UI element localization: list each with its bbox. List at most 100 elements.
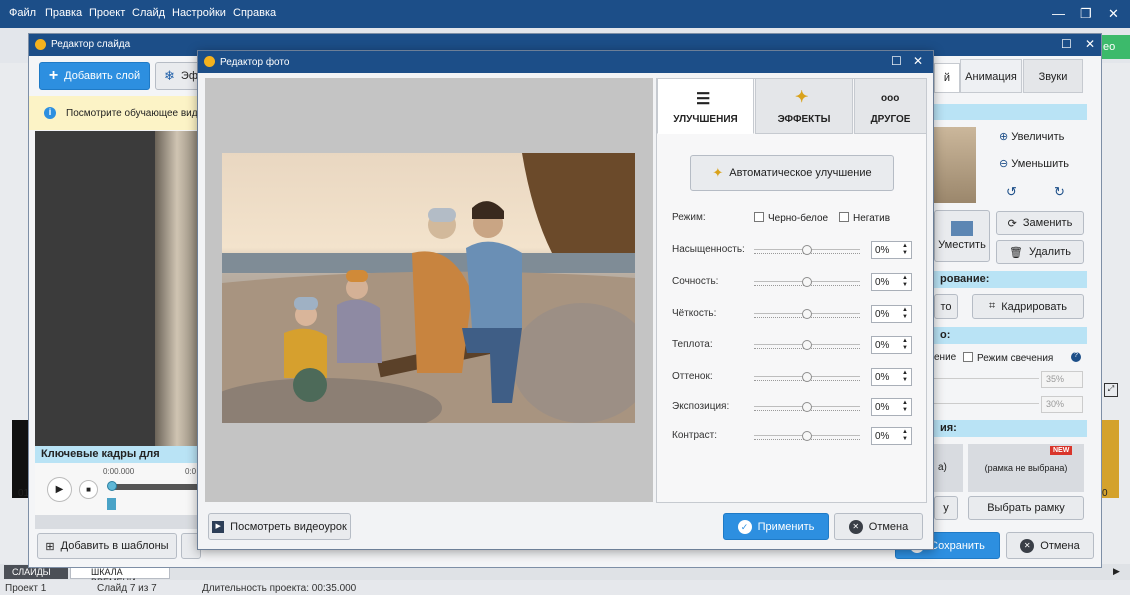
tab-improvements[interactable]: ☰ УЛУЧШЕНИЯ [657, 78, 754, 134]
slider-knob[interactable] [802, 431, 812, 441]
delete-button[interactable]: 🗑 Удалить [996, 240, 1084, 264]
slider-track-2[interactable] [934, 403, 1039, 404]
spin-arrows-icon[interactable]: ▲ ▼ [902, 338, 908, 352]
keyframe-handle[interactable] [107, 481, 117, 491]
pct-field-1[interactable]: 35% [1041, 371, 1083, 388]
adjust-slider[interactable] [754, 372, 860, 382]
add-to-templates-label: Добавить в шаблоны [60, 540, 169, 552]
zoom-in-button[interactable]: ⊕ Увеличить [999, 130, 1064, 143]
watch-video-button[interactable]: ▶ Посмотреть видеоурок [208, 513, 351, 540]
slider-knob[interactable] [802, 372, 812, 382]
slider-knob[interactable] [802, 245, 812, 255]
spin-arrows-icon[interactable]: ▲ ▼ [902, 400, 908, 414]
zoom-out-button[interactable]: ⊖ Уменьшить [999, 157, 1069, 170]
choose-frame-button[interactable]: Выбрать рамку [968, 496, 1084, 520]
slider-knob[interactable] [802, 340, 812, 350]
maximize-icon[interactable]: ☐ [1061, 37, 1072, 51]
scroll-right-icon[interactable]: ▶ [1113, 566, 1120, 577]
auto-improve-button[interactable]: ✦ Автоматическое улучшение [690, 155, 894, 191]
info-text: Посмотрите обучающее вид [66, 108, 198, 119]
keyframe-marker[interactable] [107, 498, 116, 510]
menu-help[interactable]: Справка [233, 7, 276, 19]
play-button[interactable]: ▶ [47, 477, 72, 502]
pct-field-2[interactable]: 30% [1041, 396, 1083, 413]
adjust-slider[interactable] [754, 402, 860, 412]
tab-other-label: ДРУГОЕ [870, 114, 911, 125]
choose-frame-label: Выбрать рамку [987, 502, 1065, 514]
glow-checkbox-box [963, 352, 973, 362]
photo-cancel-button[interactable]: ✕ Отмена [834, 513, 923, 540]
magic-wand-icon: ✦ [795, 89, 809, 106]
help-icon[interactable]: ? [1071, 352, 1081, 362]
glow-mode-checkbox[interactable]: Режим свечения [963, 352, 1053, 364]
frame-left-tile[interactable]: а) [934, 444, 963, 492]
adjust-slider[interactable] [754, 309, 860, 319]
keyframe-time-start: 0:00.000 [103, 467, 135, 476]
slide-preview[interactable] [35, 131, 199, 446]
adjust-value-field[interactable]: 0% ▲ ▼ [871, 427, 912, 445]
adjust-value-field[interactable]: 0% ▲ ▼ [871, 305, 912, 323]
preview-photo-strip [155, 131, 199, 446]
negative-checkbox-box [839, 212, 849, 222]
layer-thumbnail[interactable] [934, 127, 976, 203]
crop-left-button[interactable]: то [934, 294, 958, 319]
slider-track-1[interactable] [934, 378, 1039, 379]
tab-animation[interactable]: Анимация [960, 59, 1022, 93]
crop-button[interactable]: ⌗ Кадрировать [972, 294, 1084, 319]
add-to-templates-button[interactable]: ⊞ Добавить в шаблоны [37, 533, 177, 559]
adjust-value-field[interactable]: 0% ▲ ▼ [871, 273, 912, 291]
menu-slide[interactable]: Слайд [132, 7, 165, 19]
adjust-value-field[interactable]: 0% ▲ ▼ [871, 398, 912, 416]
negative-checkbox[interactable]: Негатив [839, 212, 890, 224]
menu-project[interactable]: Проект [89, 7, 125, 19]
photo-editor-dialog: Редактор фото ☐ ✕ ☰ УЛУЧШЕНИЯ ✦ ЭФФЕКТЫ … [197, 50, 934, 550]
slider-knob[interactable] [802, 402, 812, 412]
close-icon[interactable]: ✕ [1085, 37, 1095, 51]
replace-button[interactable]: ⟳ Заменить [996, 211, 1084, 235]
adjust-value-field[interactable]: 0% ▲ ▼ [871, 241, 912, 259]
menu-edit[interactable]: Правка [45, 7, 82, 19]
frame-left-button[interactable]: у [934, 496, 958, 520]
adjust-value-field[interactable]: 0% ▲ ▼ [871, 368, 912, 386]
rotate-left-icon[interactable]: ↺ [1006, 184, 1017, 200]
rotate-right-icon[interactable]: ↻ [1054, 184, 1065, 200]
cancel-button[interactable]: ✕ Отмена [1006, 532, 1094, 559]
spin-arrows-icon[interactable]: ▲ ▼ [902, 370, 908, 384]
tab-other[interactable]: ooo ДРУГОЕ [854, 78, 927, 134]
adjust-slider[interactable] [754, 277, 860, 287]
adjust-value: 0% [875, 431, 890, 442]
tab-partial[interactable]: й [934, 63, 960, 93]
keyframes-scrollbar[interactable] [35, 515, 199, 529]
zoom-out-icon: ⊖ [999, 158, 1009, 170]
spin-arrows-icon[interactable]: ▲ ▼ [902, 243, 908, 257]
stop-button[interactable]: ■ [79, 480, 98, 499]
delete-label: Удалить [1028, 246, 1071, 258]
tab-effects[interactable]: ✦ ЭФФЕКТЫ [755, 78, 853, 134]
apply-button[interactable]: ✓ Применить [723, 513, 829, 540]
adjust-value-field[interactable]: 0% ▲ ▼ [871, 336, 912, 354]
adjust-slider[interactable] [754, 431, 860, 441]
bw-checkbox[interactable]: Черно-белое [754, 212, 828, 224]
slider-knob[interactable] [802, 309, 812, 319]
tab-sounds[interactable]: Звуки [1023, 59, 1083, 93]
menu-settings[interactable]: Настройки [172, 7, 226, 19]
adjust-slider[interactable] [754, 340, 860, 350]
add-layer-button[interactable]: + Добавить слой [39, 62, 150, 90]
close-icon[interactable]: ✕ [1108, 6, 1119, 22]
green-partial-button[interactable]: eo [1101, 35, 1130, 59]
adjust-slider[interactable] [754, 245, 860, 255]
minimize-icon[interactable]: — [1052, 6, 1065, 21]
maximize-icon[interactable]: ❐ [1080, 6, 1092, 22]
fit-button[interactable]: Уместить [934, 210, 990, 262]
spin-arrows-icon[interactable]: ▲ ▼ [902, 307, 908, 321]
close-icon[interactable]: ✕ [913, 54, 923, 68]
maximize-icon[interactable]: ☐ [891, 54, 902, 68]
spin-arrows-icon[interactable]: ▲ ▼ [902, 275, 908, 289]
timeline-thumb-right[interactable] [1101, 420, 1119, 498]
slider-knob[interactable] [802, 277, 812, 287]
spin-arrows-icon[interactable]: ▲ ▼ [902, 429, 908, 443]
photo-canvas[interactable] [205, 78, 653, 502]
keyframe-track[interactable] [109, 484, 199, 490]
expand-icon[interactable]: ⤢ [1104, 383, 1118, 397]
menu-file[interactable]: Файл [9, 7, 36, 19]
